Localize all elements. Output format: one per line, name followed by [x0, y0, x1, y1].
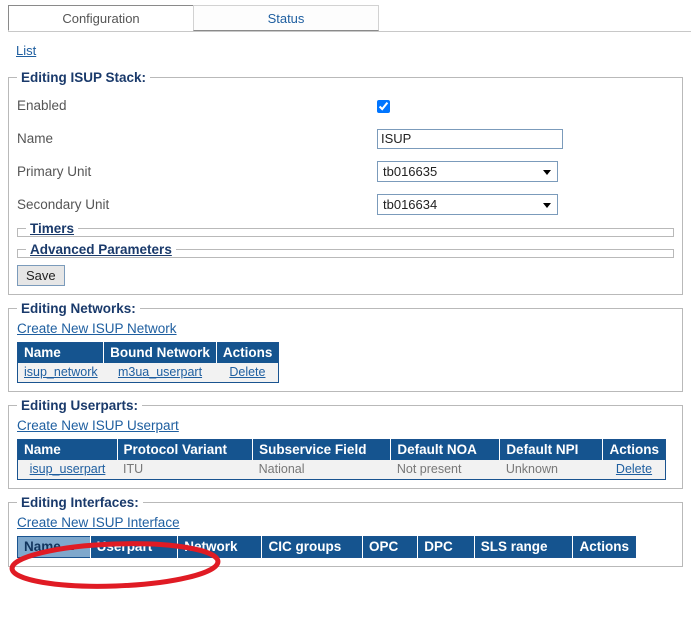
- primary-unit-select[interactable]: tb016635: [377, 161, 558, 182]
- editing-userparts-legend: Editing Userparts:: [21, 398, 139, 413]
- column-header-default-noa[interactable]: Default NOA: [390, 439, 501, 460]
- editing-userparts-fieldset: Editing Userparts: Create New ISUP Userp…: [8, 398, 683, 489]
- create-new-isup-userpart-link[interactable]: Create New ISUP Userpart: [17, 418, 179, 433]
- table-row: isup_network m3ua_userpart Delete: [17, 363, 279, 383]
- column-header-name[interactable]: Name: [17, 342, 105, 363]
- column-header-actions[interactable]: Actions: [602, 439, 666, 460]
- column-header-userpart[interactable]: Userpart: [90, 536, 179, 558]
- column-header-name[interactable]: Name: [17, 439, 118, 460]
- table-header-row: Name Userpart Network CIC groups OPC DPC…: [17, 536, 636, 558]
- enabled-checkbox[interactable]: [377, 100, 390, 114]
- column-header-protocol-variant[interactable]: Protocol Variant: [117, 439, 254, 460]
- cell-name: isup_userpart: [17, 460, 117, 480]
- name-input[interactable]: [377, 128, 563, 149]
- create-new-isup-interface-link[interactable]: Create New ISUP Interface: [17, 515, 180, 530]
- primary-unit-value: tb016635: [383, 164, 438, 179]
- editing-isup-stack-fieldset: Editing ISUP Stack: Enabled Name Primary…: [8, 70, 683, 295]
- cell-default-npi: Unknown: [499, 460, 603, 480]
- timers-fieldset[interactable]: Timers: [17, 221, 674, 237]
- column-header-name-label: Name: [24, 539, 61, 554]
- form-row-primary-unit: Primary Unit tb016635: [17, 155, 674, 188]
- tab-status[interactable]: Status: [193, 5, 379, 31]
- page-content: List Editing ISUP Stack: Enabled Name Pr…: [0, 43, 691, 567]
- cell-actions: Delete: [216, 363, 279, 383]
- userparts-table: Name Protocol Variant Subservice Field D…: [17, 439, 666, 480]
- advanced-parameters-fieldset[interactable]: Advanced Parameters: [17, 242, 674, 258]
- save-button[interactable]: Save: [17, 265, 65, 286]
- editing-networks-fieldset: Editing Networks: Create New ISUP Networ…: [8, 301, 683, 392]
- name-label: Name: [17, 131, 54, 146]
- column-header-network[interactable]: Network: [177, 536, 263, 558]
- networks-table: Name Bound Network Actions isup_network …: [17, 342, 280, 383]
- table-row: isup_userpart ITU National Not present U…: [17, 460, 666, 480]
- column-header-default-npi[interactable]: Default NPI: [499, 439, 604, 460]
- tab-configuration[interactable]: Configuration: [8, 5, 194, 31]
- tab-bar: Configuration Status: [0, 5, 691, 32]
- form-row-enabled: Enabled: [17, 89, 674, 122]
- secondary-unit-select[interactable]: tb016634: [377, 194, 558, 215]
- userpart-name-link[interactable]: isup_userpart: [30, 462, 106, 476]
- bound-network-link[interactable]: m3ua_userpart: [118, 365, 202, 379]
- table-header-row: Name Bound Network Actions: [17, 342, 279, 363]
- interfaces-table: Name Userpart Network CIC groups OPC DPC…: [17, 536, 636, 558]
- advanced-parameters-legend[interactable]: Advanced Parameters: [26, 242, 176, 257]
- column-header-dpc[interactable]: DPC: [417, 536, 475, 558]
- secondary-unit-value: tb016634: [383, 197, 438, 212]
- form-row-secondary-unit: Secondary Unit tb016634: [17, 188, 674, 221]
- chevron-down-icon: [543, 203, 551, 208]
- enabled-label: Enabled: [17, 98, 67, 113]
- cell-bound-network: m3ua_userpart: [103, 363, 217, 383]
- form-row-name: Name: [17, 122, 674, 155]
- column-header-name[interactable]: Name: [17, 536, 91, 558]
- sort-ascending-icon: [65, 544, 74, 550]
- column-header-cic-groups[interactable]: CIC groups: [261, 536, 363, 558]
- editing-interfaces-legend: Editing Interfaces:: [21, 495, 139, 510]
- secondary-unit-label: Secondary Unit: [17, 197, 110, 212]
- delete-link[interactable]: Delete: [616, 462, 652, 476]
- cell-subservice-field: National: [252, 460, 391, 480]
- cell-name: isup_network: [17, 363, 104, 383]
- column-header-opc[interactable]: OPC: [362, 536, 419, 558]
- column-header-sls-range[interactable]: SLS range: [474, 536, 574, 558]
- editing-isup-stack-legend: Editing ISUP Stack:: [21, 70, 147, 85]
- delete-link[interactable]: Delete: [229, 365, 265, 379]
- column-header-bound-network[interactable]: Bound Network: [103, 342, 217, 363]
- timers-legend[interactable]: Timers: [26, 221, 78, 236]
- network-name-link[interactable]: isup_network: [24, 365, 98, 379]
- column-header-actions[interactable]: Actions: [572, 536, 636, 558]
- table-header-row: Name Protocol Variant Subservice Field D…: [17, 439, 666, 460]
- cell-default-noa: Not present: [390, 460, 500, 480]
- list-link[interactable]: List: [16, 43, 42, 58]
- cell-protocol-variant: ITU: [117, 460, 253, 480]
- column-header-subservice-field[interactable]: Subservice Field: [252, 439, 392, 460]
- cell-actions: Delete: [602, 460, 666, 480]
- column-header-actions[interactable]: Actions: [216, 342, 279, 363]
- editing-networks-legend: Editing Networks:: [21, 301, 136, 316]
- primary-unit-label: Primary Unit: [17, 164, 92, 179]
- chevron-down-icon: [543, 170, 551, 175]
- editing-interfaces-fieldset: Editing Interfaces: Create New ISUP Inte…: [8, 495, 683, 567]
- create-new-isup-network-link[interactable]: Create New ISUP Network: [17, 321, 177, 336]
